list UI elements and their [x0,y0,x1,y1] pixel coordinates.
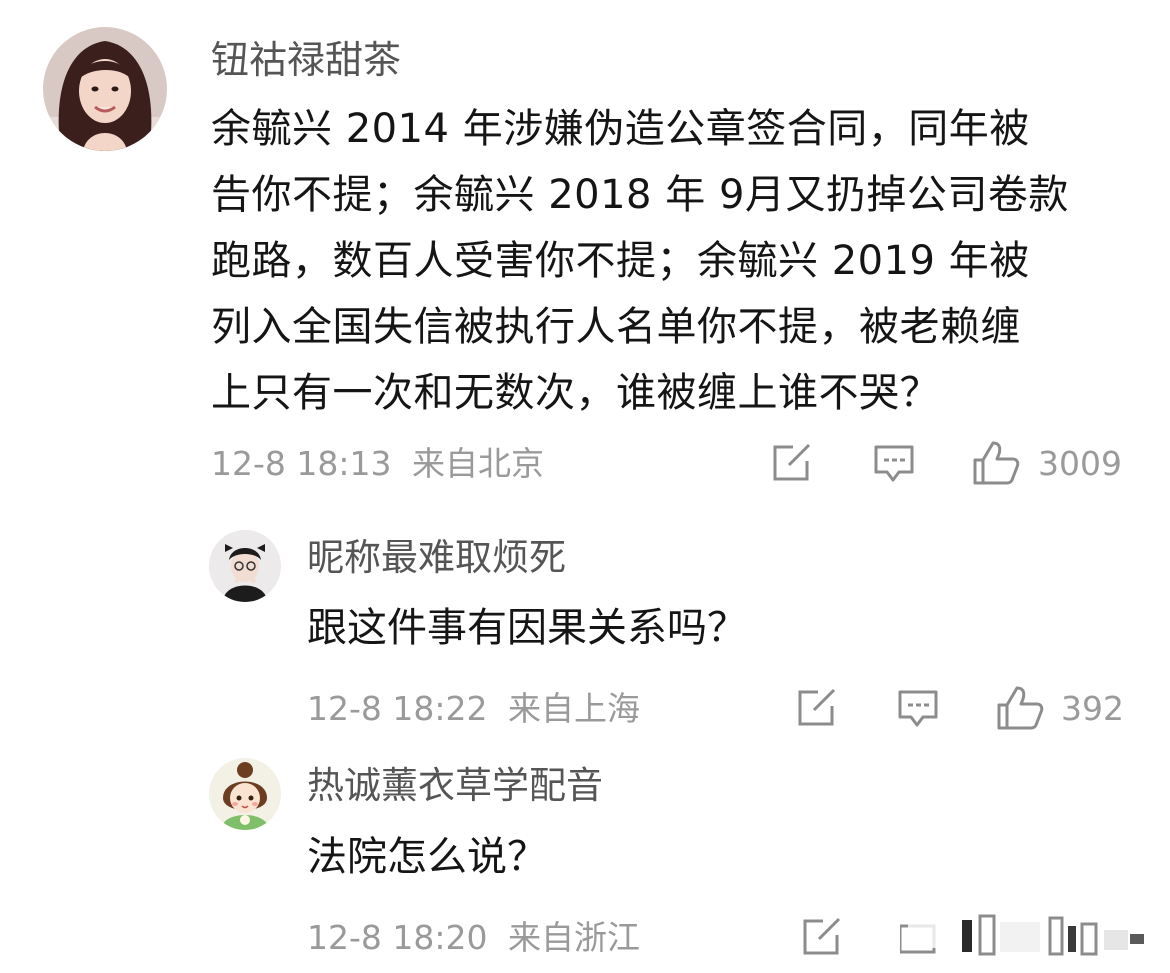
comment-text-line: 上只有一次和无数次，谁被缠上谁不哭？ [211,370,940,416]
watermark-overlay [898,912,1150,962]
username[interactable]: 热诚薰衣草学配音 [307,762,603,810]
username[interactable]: 钮祜禄甜茶 [211,36,401,84]
comment-text-line: 列入全国失信被执行人名单你不提，被老赖缠 [211,304,1021,350]
like-count: 392 [1061,689,1124,728]
comment-text-line: 余毓兴 2014 年涉嫌伪造公章签合同，同年被 [211,106,1030,152]
avatar-image [43,27,167,151]
avatar-image [209,530,281,602]
comment-text: 法院怎么说？ [307,834,547,880]
comment-text: 跟这件事有因果关系吗？ [307,605,747,651]
avatar[interactable] [209,530,281,602]
like-count: 3009 [1038,444,1122,483]
comment-text-line: 告你不提；余毓兴 2018 年 9月又扔掉公司卷款 [211,172,1069,218]
comment-text-line: 跑路，数百人受害你不提；余毓兴 2019 年被 [211,238,1030,284]
timestamp: 12-8 18:13 [211,444,392,483]
timestamp: 12-8 18:22 [307,689,488,728]
like-icon[interactable] [996,685,1044,731]
comment-icon[interactable] [897,688,939,730]
location: 来自北京 [412,444,544,483]
share-icon[interactable] [801,917,843,957]
avatar[interactable] [209,758,281,830]
avatar[interactable] [43,27,167,151]
timestamp: 12-8 18:20 [307,918,488,957]
comment-icon[interactable] [873,443,915,485]
share-icon[interactable] [771,443,813,483]
share-icon[interactable] [796,688,838,728]
like-icon[interactable] [972,440,1020,486]
comment-meta: 12-8 18:22 来自上海 [307,687,640,731]
location: 来自上海 [508,689,640,728]
comment-meta: 12-8 18:13 来自北京 [211,442,544,486]
comment-meta: 12-8 18:20 来自浙江 [307,916,640,960]
username[interactable]: 昵称最难取烦死 [307,534,566,582]
avatar-image [209,758,281,830]
location: 来自浙江 [508,918,640,957]
